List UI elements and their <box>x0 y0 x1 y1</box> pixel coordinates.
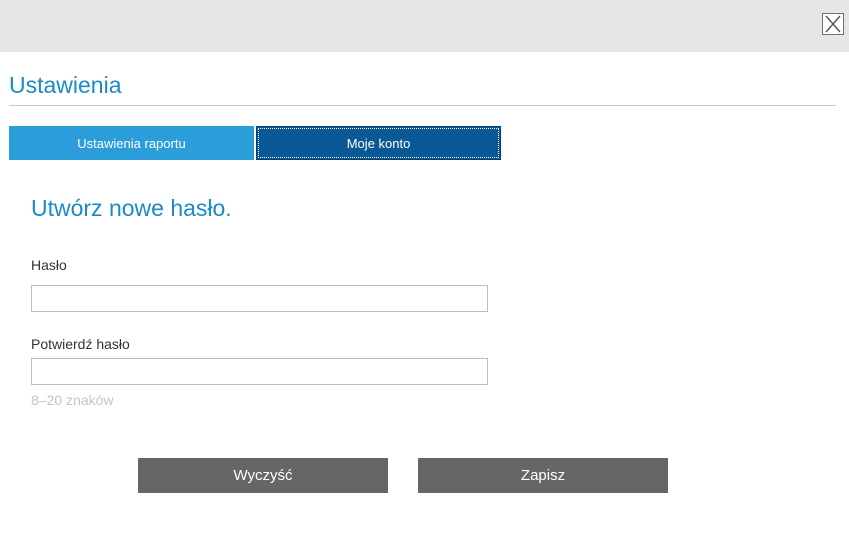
password-length-hint: 8–20 znaków <box>31 392 114 408</box>
window-top-bar <box>0 0 849 52</box>
save-button[interactable]: Zapisz <box>418 458 668 493</box>
form-heading: Utwórz nowe hasło. <box>31 195 232 221</box>
page-title: Ustawienia <box>9 72 122 98</box>
confirm-password-label: Potwierdź hasło <box>31 336 130 352</box>
close-button[interactable] <box>822 13 844 35</box>
password-label: Hasło <box>31 257 67 273</box>
title-divider <box>9 105 836 106</box>
confirm-password-input[interactable] <box>31 358 488 385</box>
close-x-icon <box>825 15 841 33</box>
tab-report-settings[interactable]: Ustawienia raportu <box>9 126 254 160</box>
clear-button[interactable]: Wyczyść <box>138 458 388 493</box>
tab-my-account-label: Moje konto <box>346 135 411 151</box>
password-input[interactable] <box>31 285 488 312</box>
tab-report-settings-label: Ustawienia raportu <box>77 135 186 151</box>
tab-my-account[interactable]: Moje konto <box>256 126 501 160</box>
